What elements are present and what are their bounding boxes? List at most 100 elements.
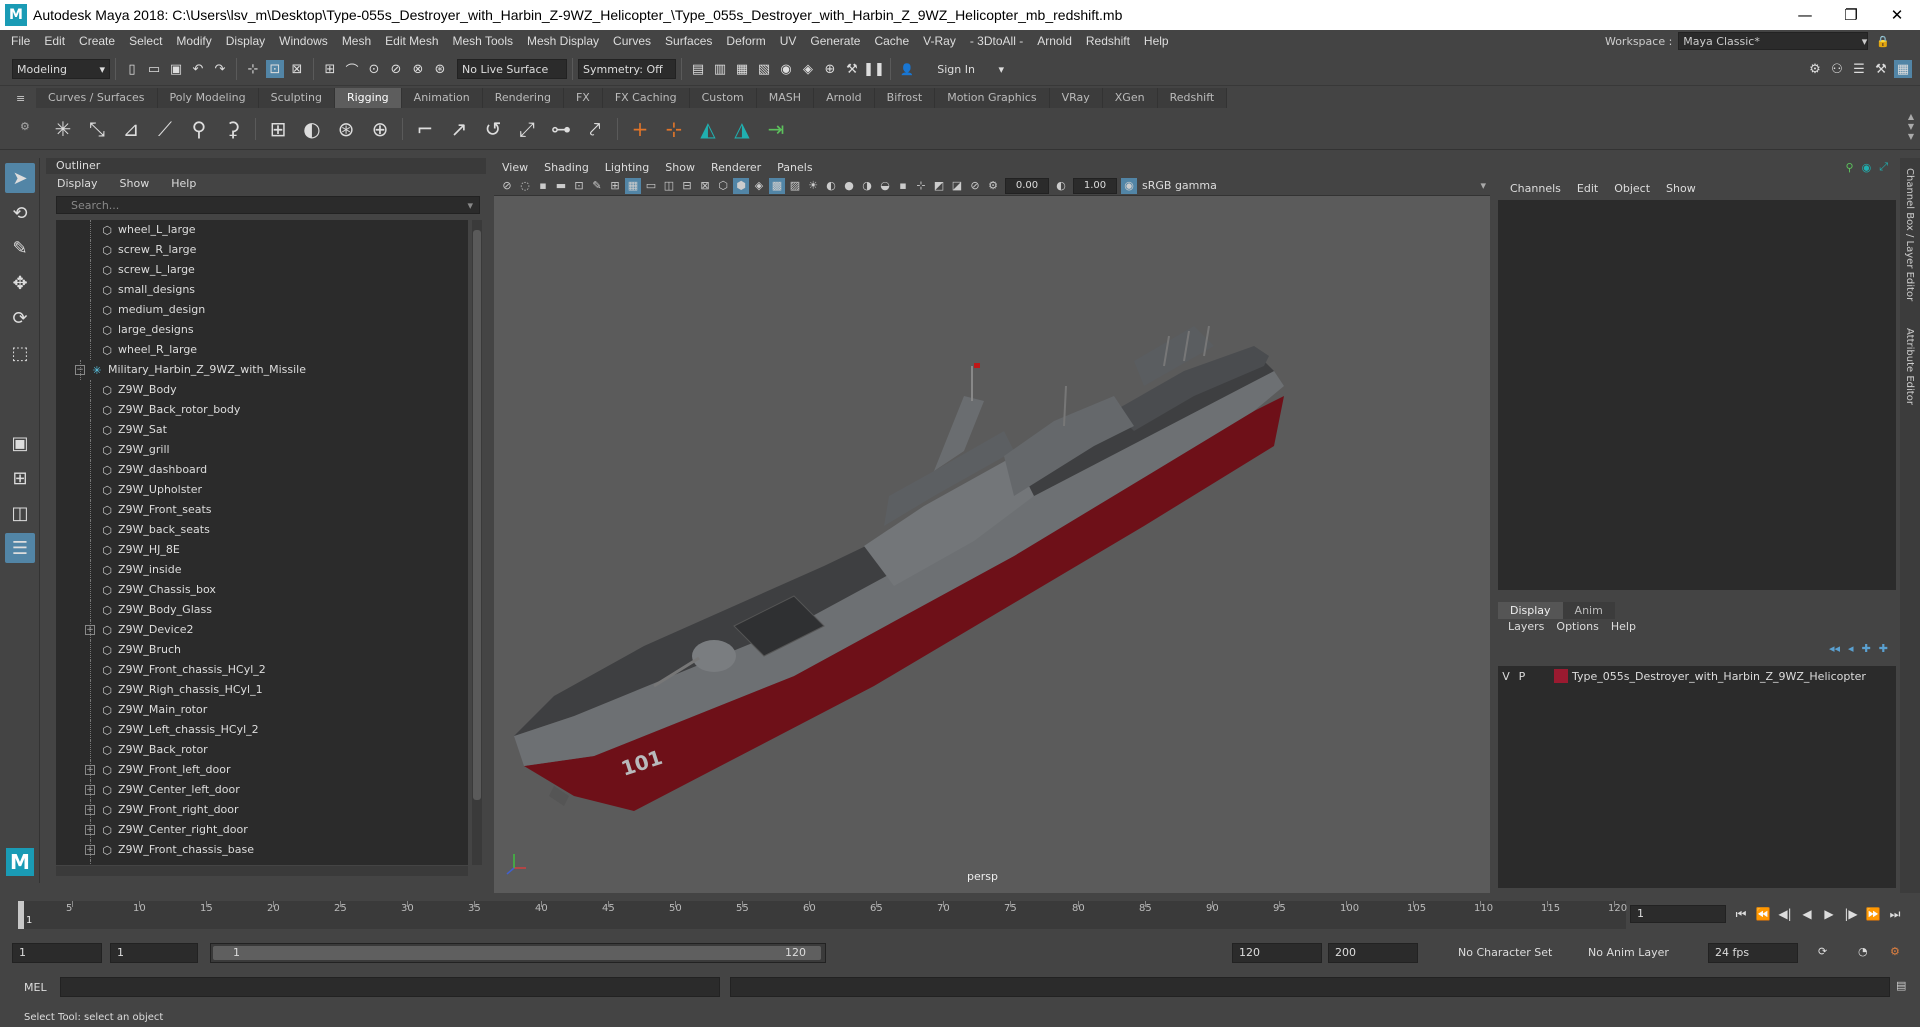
bind-skin-icon[interactable]: ⟋	[152, 116, 178, 142]
shelf-menu-icon[interactable]: ≡	[16, 92, 25, 105]
menu-display[interactable]: Display	[219, 34, 272, 48]
shelf-tab-motion-graphics[interactable]: Motion Graphics	[935, 88, 1050, 108]
outliner-item[interactable]: + ⬡ Z9W_Center_right_door	[56, 820, 468, 840]
current-time-indicator[interactable]	[18, 901, 24, 929]
arnold-light-icon[interactable]: ◭	[695, 116, 721, 142]
menu-redshift[interactable]: Redshift	[1079, 34, 1137, 48]
outliner-item[interactable]: ⬡ Z9W_Back_rotor_body	[56, 400, 468, 420]
outliner-item[interactable]: ⬡ Z9W_Left_chassis_HCyl_2	[56, 720, 468, 740]
step-back-key-icon[interactable]: ⏪	[1752, 903, 1774, 925]
smooth-shade-icon[interactable]: ⬢	[733, 177, 749, 194]
viewport-menu-renderer[interactable]: Renderer	[703, 161, 769, 174]
link-icon[interactable]: ⤢	[1879, 160, 1888, 174]
gamma-field[interactable]: 1.00	[1073, 177, 1117, 194]
layer-up-icon[interactable]: ◂◂	[1829, 642, 1840, 655]
mode-dropdown[interactable]: Modeling ▾	[12, 59, 110, 79]
viewport-canvas[interactable]: 101 persp	[494, 196, 1490, 893]
viewport-menu-lighting[interactable]: Lighting	[597, 161, 657, 174]
outliner-item[interactable]: ⬡ screw_R_large	[56, 240, 468, 260]
outliner-item[interactable]: ⬡ large_designs	[56, 320, 468, 340]
expand-icon[interactable]: +	[85, 625, 95, 635]
menu-3dtoall[interactable]: - 3DtoAll -	[963, 34, 1030, 48]
menu-mesh[interactable]: Mesh	[335, 34, 378, 48]
destroyer-model[interactable]: 101	[494, 196, 1490, 893]
expand-icon[interactable]: +	[85, 765, 95, 775]
render-frame-icon[interactable]: ▥	[711, 60, 729, 78]
point-constraint-icon[interactable]: ⌐	[412, 116, 438, 142]
sign-in-button[interactable]: 👤 Sign In ▾	[896, 59, 1008, 79]
grid-icon[interactable]: ⊞	[607, 178, 623, 194]
locator-icon[interactable]: +	[627, 116, 653, 142]
shelf-tab-curves-surfaces[interactable]: Curves / Surfaces	[36, 88, 158, 108]
close-button[interactable]: ✕	[1874, 0, 1920, 30]
lasso-tool-icon[interactable]: ⟲	[5, 198, 35, 228]
four-view-icon[interactable]: ⊞	[5, 463, 35, 493]
menu-edit[interactable]: Edit	[37, 34, 72, 48]
character-controls-icon[interactable]: ⚇	[1828, 60, 1846, 78]
menu-help[interactable]: Help	[1137, 34, 1176, 48]
layer-playback-toggle[interactable]: P	[1514, 670, 1530, 683]
current-frame-field[interactable]: 1	[1630, 905, 1726, 923]
help-icon[interactable]: ◉	[1862, 161, 1872, 174]
open-scene-icon[interactable]: ▭	[145, 60, 163, 78]
wireframe-icon[interactable]: ⬡	[715, 178, 731, 194]
ipr-render-icon[interactable]: ▦	[733, 60, 751, 78]
channel-box-icon[interactable]: ▦	[1894, 60, 1912, 78]
camera-attr-icon[interactable]: ◌	[517, 178, 533, 194]
step-back-frame-icon[interactable]: ◀|	[1774, 903, 1796, 925]
lights-icon[interactable]: ☀	[805, 178, 821, 194]
outliner-menu-help[interactable]: Help	[160, 177, 207, 190]
modeling-toolkit-icon[interactable]: ⚙	[1806, 60, 1824, 78]
outliner-item[interactable]: ⬡ Z9W_Bruch	[56, 640, 468, 660]
bookmark-icon[interactable]: ▪	[535, 178, 551, 194]
select-component-icon[interactable]: ⊠	[288, 60, 306, 78]
outliner-item[interactable]: ⬡ Z9W_Body	[56, 380, 468, 400]
outliner-menu-show[interactable]: Show	[109, 177, 161, 190]
shadows-icon[interactable]: ◐	[823, 178, 839, 194]
outliner-list[interactable]: ⬡ wheel_L_large ⬡ screw_R_large ⬡ screw_L_lar…	[56, 220, 468, 865]
pause-icon[interactable]: ❚❚	[863, 60, 885, 78]
sculpt-deformer-icon[interactable]: ⊕	[367, 116, 393, 142]
xray-icon[interactable]: ◩	[931, 178, 947, 194]
anim-prefs-icon[interactable]: ⚙	[1890, 945, 1900, 958]
select-tool-icon[interactable]: ➤	[5, 163, 35, 193]
image-plane-icon[interactable]: ▬	[553, 178, 569, 194]
humanik-icon[interactable]: ⚲	[186, 116, 212, 142]
attribute-editor-icon[interactable]: ☰	[1850, 60, 1868, 78]
snap-point-icon[interactable]: ⊙	[365, 60, 383, 78]
new-layer-selected-icon[interactable]: ✚	[1862, 642, 1871, 655]
shelf-tab-sculpting[interactable]: Sculpting	[258, 88, 335, 108]
exposure-field[interactable]: 0.00	[1005, 177, 1049, 194]
menu-select[interactable]: Select	[122, 34, 169, 48]
parent-constraint-icon[interactable]: ⊶	[548, 116, 574, 142]
aim-constraint-icon[interactable]: ↗	[446, 116, 472, 142]
outliner-item[interactable]: ⬡ wheel_R_large	[56, 340, 468, 360]
menu-uv[interactable]: UV	[773, 34, 804, 48]
playback-start-field[interactable]: 1	[110, 943, 198, 963]
select-hierarchy-icon[interactable]: ⊹	[244, 60, 262, 78]
channel-box-area[interactable]	[1498, 200, 1896, 590]
motion-blur-icon[interactable]: ◑	[859, 178, 875, 194]
shelf-tab-bifrost[interactable]: Bifrost	[874, 88, 936, 108]
move-tool-icon[interactable]: ✥	[5, 268, 35, 298]
snap-grid-icon[interactable]: ⊞	[321, 60, 339, 78]
tool-settings-icon[interactable]: ⚲	[1846, 161, 1854, 174]
joint-tool-icon[interactable]: ✳	[50, 116, 76, 142]
scale-tool-icon[interactable]: ⬚	[5, 338, 35, 368]
layer-tab-display[interactable]: Display	[1498, 602, 1563, 619]
outliner-h-scrollbar[interactable]	[56, 866, 468, 876]
rotate-tool-icon[interactable]: ⟳	[5, 303, 35, 333]
new-layer-icon[interactable]: ✚	[1879, 642, 1888, 655]
outliner-item[interactable]: ⬡ Z9W_dashboard	[56, 460, 468, 480]
snap-surface-icon[interactable]: ⊗	[409, 60, 427, 78]
channel-box-side-tab[interactable]: Channel Box / Layer Editor	[1904, 168, 1915, 301]
redshift-tool-icon[interactable]: ⚒	[843, 60, 861, 78]
outliner-search-input[interactable]: Search... ▾	[56, 196, 480, 214]
cluster-icon[interactable]: ◐	[299, 116, 325, 142]
viewport-menu-view[interactable]: View	[494, 161, 536, 174]
paint-select-icon[interactable]: ✎	[5, 233, 35, 263]
arnold-skydome-icon[interactable]: ◮	[729, 116, 755, 142]
shelf-tab-animation[interactable]: Animation	[401, 88, 483, 108]
viewport-menu-shading[interactable]: Shading	[536, 161, 597, 174]
outliner-item[interactable]: ⬡ Z9W_Sat	[56, 420, 468, 440]
